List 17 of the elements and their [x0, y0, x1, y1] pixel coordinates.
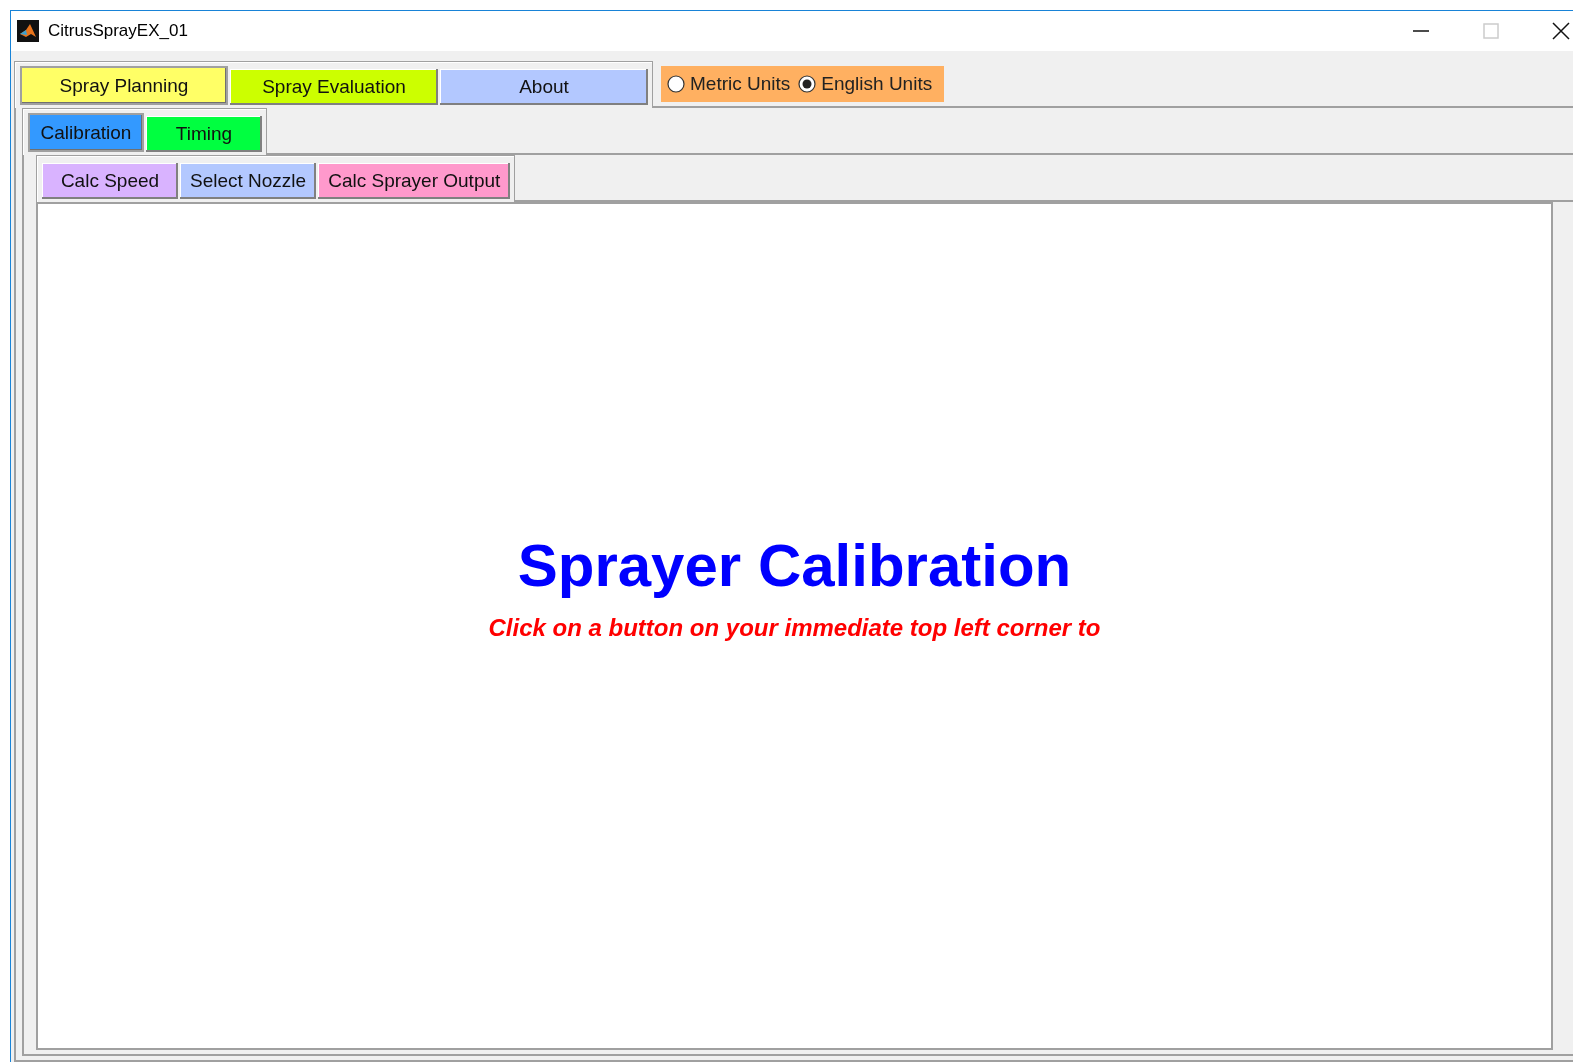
app-logo-icon	[17, 20, 39, 42]
radio-icon[interactable]	[798, 74, 817, 93]
instruction-text: Click on a button on your immediate top left corner to	[488, 613, 1101, 642]
close-icon[interactable]	[1551, 21, 1571, 41]
panel-title: Sprayer Calibration	[517, 530, 1072, 600]
tab[interactable]: Calibration	[28, 113, 144, 152]
tab[interactable]: About	[440, 69, 648, 105]
tab[interactable]: Calc Sprayer Output	[318, 163, 511, 199]
tab[interactable]: Spray Planning	[20, 66, 228, 105]
radio-option[interactable]: English Units	[798, 72, 933, 95]
tab[interactable]: Select Nozzle	[180, 163, 317, 199]
radio-option[interactable]: Metric Units	[667, 72, 791, 95]
tab[interactable]: Timing	[146, 116, 262, 152]
tab[interactable]: Calc Speed	[42, 163, 178, 199]
tab[interactable]: Spray Evaluation	[230, 69, 438, 105]
radio-icon[interactable]	[667, 74, 685, 93]
window-title: CitrusSprayEX_01	[48, 21, 189, 41]
